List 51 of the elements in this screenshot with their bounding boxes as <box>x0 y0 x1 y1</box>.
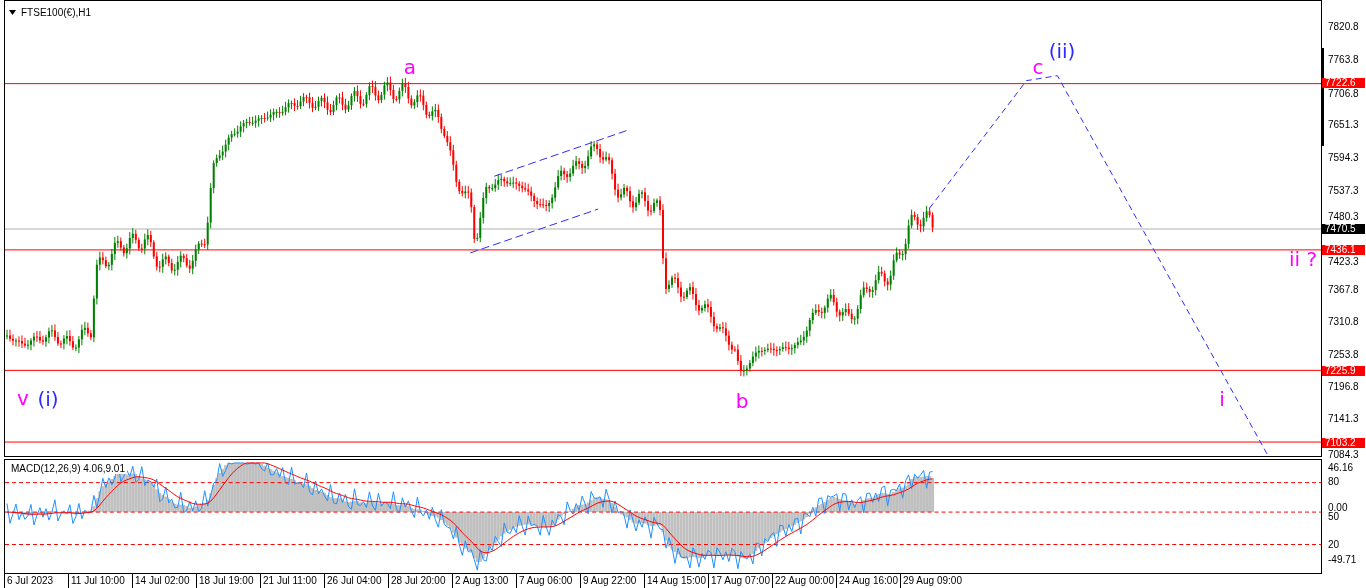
macd-tick: 0.00 <box>1328 503 1348 513</box>
price-tick: 7141.3 <box>1328 414 1359 424</box>
time-tick: 24 Aug 16:00 <box>836 574 900 588</box>
price-tick: 7537.3 <box>1328 186 1359 196</box>
macd-tick: -49.71 <box>1328 555 1357 565</box>
time-tick: 6 Jul 2023 <box>4 574 68 588</box>
price-tick: 7367.8 <box>1328 285 1359 295</box>
time-tick: 17 Aug 07:00 <box>708 574 772 588</box>
price-tick: 7310.8 <box>1328 317 1359 327</box>
price-tick: 7594.3 <box>1328 153 1359 163</box>
price-tick: 7706.8 <box>1328 89 1359 99</box>
macd-title: MACD(12,26,9) 4.06,9.01 <box>9 463 127 474</box>
time-tick: 7 Aug 06:00 <box>516 574 580 588</box>
price-level-label: 7103.2 <box>1322 438 1365 448</box>
price-tick: 7253.8 <box>1328 350 1359 360</box>
price-tick: 7820.8 <box>1328 22 1359 32</box>
current-price-label: 7470.5 <box>1322 224 1365 234</box>
wave-label: c <box>1032 57 1044 77</box>
macd-tick: 46.16 <box>1328 463 1354 473</box>
time-tick: 28 Jul 20:00 <box>388 574 452 588</box>
price-tick: 7651.3 <box>1328 120 1359 130</box>
price-level-label: 7436.1 <box>1322 245 1365 255</box>
price-level-label: 7722.6 <box>1322 78 1365 88</box>
price-tick: 7084.3 <box>1328 450 1359 460</box>
dropdown-icon[interactable] <box>9 10 16 15</box>
time-tick: 18 Jul 19:00 <box>196 574 260 588</box>
macd-tick: 80 <box>1328 477 1340 487</box>
time-tick: 9 Aug 22:00 <box>580 574 644 588</box>
wave-label: v <box>17 388 29 408</box>
macd-tick: 50 <box>1328 512 1340 522</box>
wave-label: (i) <box>37 389 59 409</box>
time-tick: 21 Jul 11:00 <box>260 574 324 588</box>
time-tick: 14 Jul 02:00 <box>132 574 196 588</box>
time-tick: 26 Jul 04:00 <box>324 574 388 588</box>
time-tick: 29 Aug 09:00 <box>900 574 964 588</box>
time-tick: 2 Aug 13:00 <box>452 574 516 588</box>
wave-label: i <box>1219 389 1225 409</box>
time-tick: 14 Aug 15:00 <box>644 574 708 588</box>
price-tick: 7196.8 <box>1328 382 1359 392</box>
wave-label: b <box>735 391 749 411</box>
wave-label: a <box>403 57 417 77</box>
wave-label: (ii) <box>1048 41 1076 61</box>
time-tick: 22 Aug 00:00 <box>772 574 836 588</box>
price-level-label: 7225.9 <box>1322 366 1365 376</box>
macd-tick: 20 <box>1328 540 1340 550</box>
price-tick: 7480.3 <box>1328 212 1359 222</box>
price-tick: 7423.3 <box>1328 257 1359 267</box>
time-tick: 11 Jul 10:00 <box>68 574 132 588</box>
wave-label: ii ? <box>1288 249 1318 269</box>
price-tick: 7763.8 <box>1328 55 1359 65</box>
chart-title: FTSE100(€),H1 <box>21 7 92 18</box>
